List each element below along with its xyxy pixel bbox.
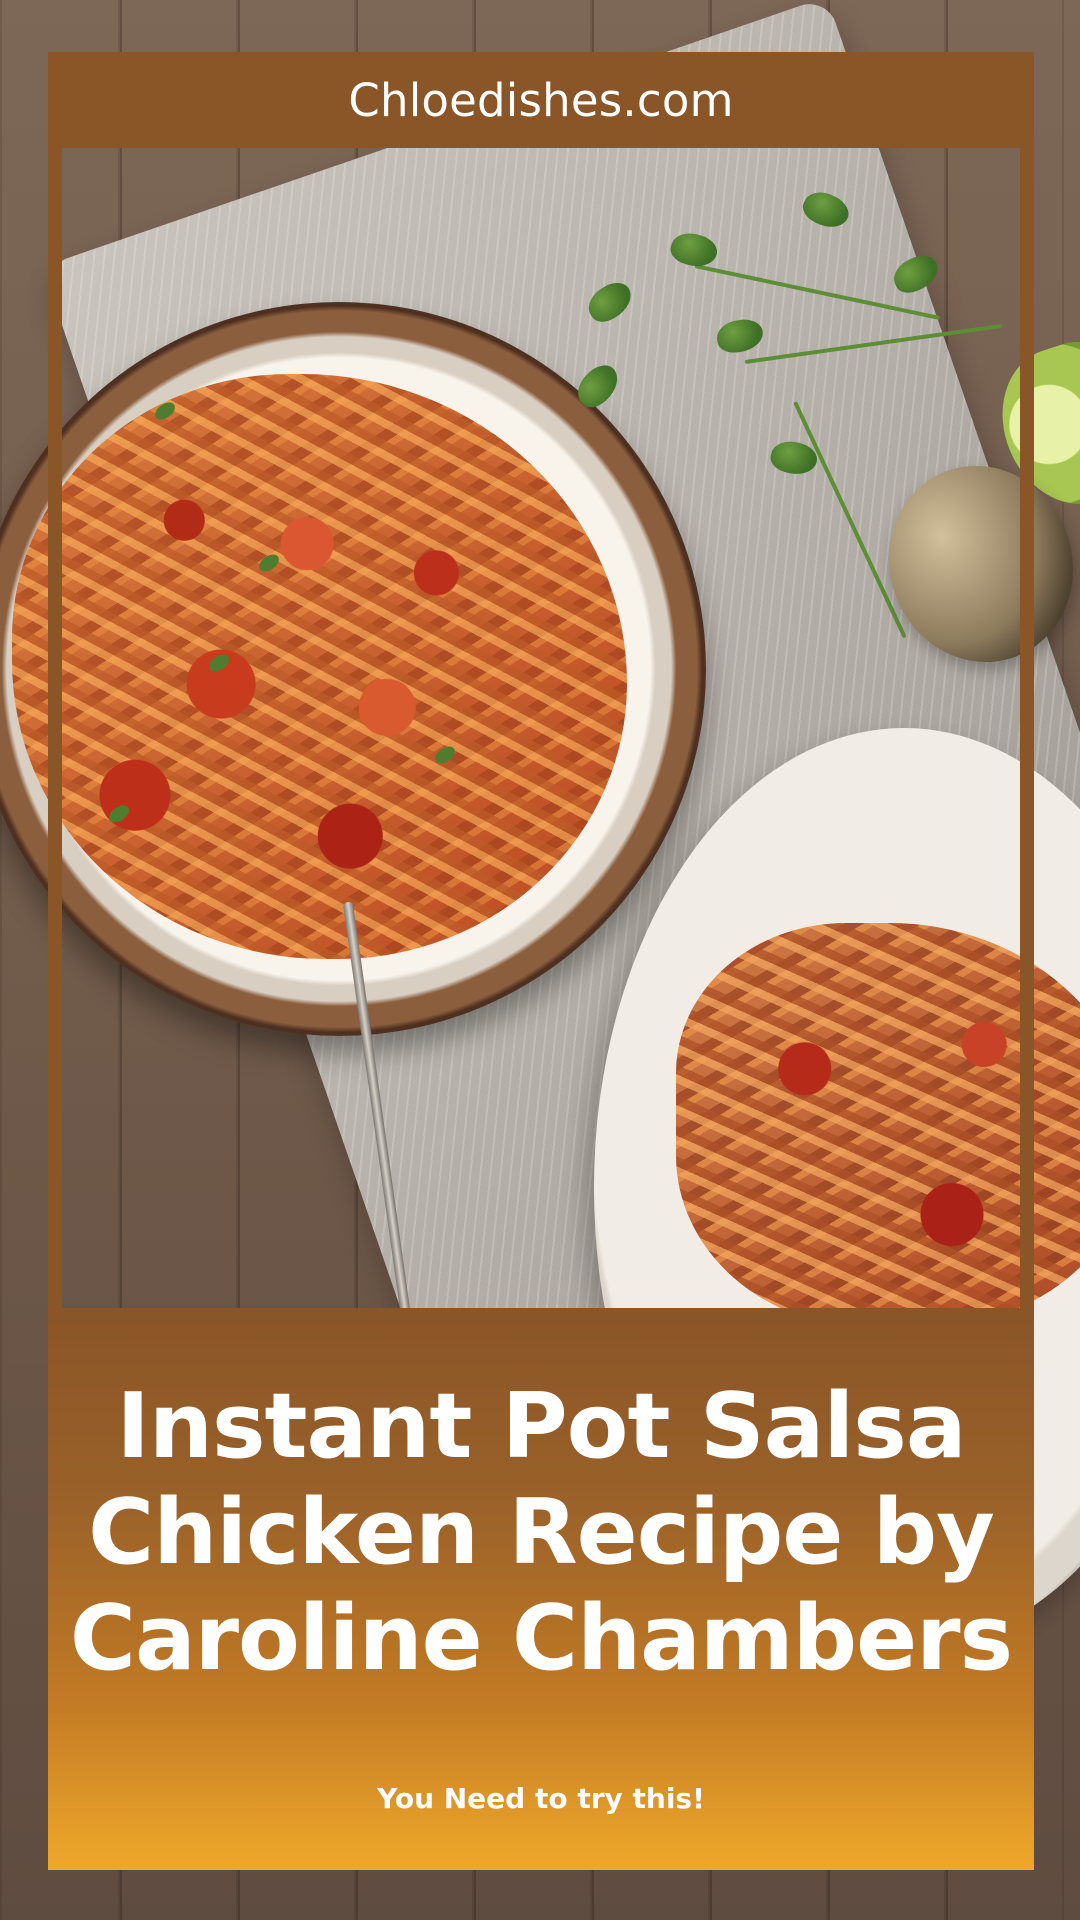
recipe-title-line-3: Caroline Chambers [69,1586,1013,1692]
cilantro-leaf-icon [667,227,721,273]
cilantro-leaf-icon [888,250,944,298]
tagline: You Need to try this! [377,1782,705,1815]
shredded-salsa-chicken [12,374,627,959]
cilantro-stem [744,323,1003,364]
site-name: Chloedishes.com [348,73,734,127]
cilantro-leaf-icon [570,358,626,414]
cilantro-leaf-icon [715,318,765,354]
cilantro-stem [793,401,907,639]
title-panel: Instant Pot Salsa Chicken Recipe by Caro… [48,1308,1034,1870]
recipe-title-line-2: Chicken Recipe by [88,1480,995,1586]
recipe-pin: Chloedishes.com Instant Pot Salsa Chicke… [0,0,1080,1920]
plated-salsa-chicken [676,923,1080,1328]
recipe-title-line-1: Instant Pot Salsa [116,1374,966,1479]
recipe-title: Instant Pot Salsa Chicken Recipe by Caro… [48,1374,1034,1693]
cilantro-leaf-icon [798,185,854,235]
site-header: Chloedishes.com [48,52,1034,148]
cilantro-leaf-icon [582,276,638,328]
